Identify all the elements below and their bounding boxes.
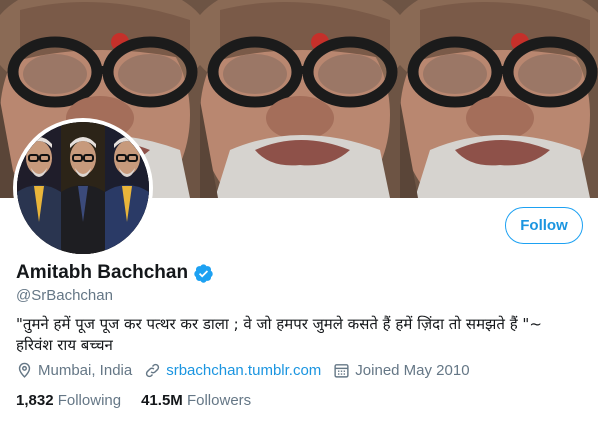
bio-line: "तुमने हमें पूज पूज कर पत्थर कर डाला ; व… <box>16 315 542 333</box>
stats-row: 1,832 Following 41.5M Followers <box>16 392 271 409</box>
website-link[interactable]: srbachchan.tumblr.com <box>166 362 321 379</box>
link-icon <box>146 363 160 378</box>
location-icon <box>18 362 31 378</box>
followers-stat[interactable]: 41.5M Followers <box>141 392 251 409</box>
calendar-icon <box>334 364 349 378</box>
location-item: Mumbai, India <box>16 362 132 379</box>
joined-item: Joined May 2010 <box>333 362 470 379</box>
avatar[interactable] <box>13 118 153 258</box>
name-row: Amitabh Bachchan <box>16 262 214 284</box>
joined-text: Joined May 2010 <box>355 362 470 379</box>
bio-line: हरिवंश राय बच्चन <box>16 336 113 354</box>
avatar-image <box>17 122 149 254</box>
display-name[interactable]: Amitabh Bachchan <box>16 262 188 284</box>
bio: "तुमने हमें पूज पूज कर पत्थर कर डाला ; व… <box>16 314 586 356</box>
following-label: Following <box>57 392 122 409</box>
website-item[interactable]: srbachchan.tumblr.com <box>144 362 321 379</box>
handle: @SrBachchan <box>16 287 113 304</box>
following-count: 1,832 <box>16 392 54 409</box>
followers-count: 41.5M <box>141 392 183 409</box>
banner-panel <box>400 0 598 198</box>
location-text: Mumbai, India <box>38 362 133 379</box>
banner-panel <box>200 0 400 198</box>
follow-button[interactable]: Follow <box>505 207 583 244</box>
profile-meta: Mumbai, India srbachchan.tumblr.com Join… <box>16 362 482 379</box>
following-stat[interactable]: 1,832 Following <box>16 392 121 409</box>
verified-badge-icon <box>194 263 213 283</box>
followers-label: Followers <box>186 392 252 409</box>
